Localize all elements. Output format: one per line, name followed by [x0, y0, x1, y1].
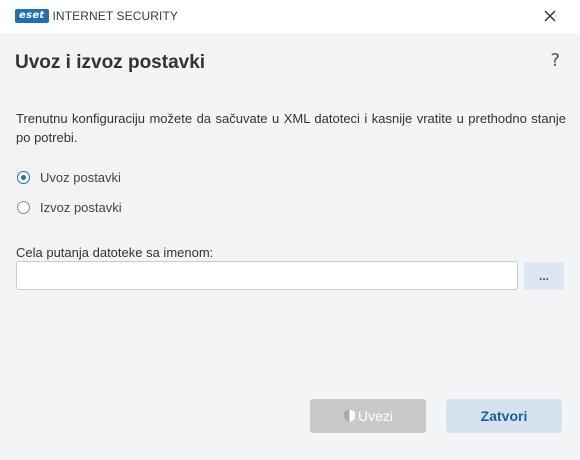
close-icon[interactable] [542, 8, 558, 24]
file-path-input[interactable] [16, 261, 518, 290]
help-icon[interactable]: ? [550, 50, 560, 71]
shield-icon [343, 409, 355, 423]
description-text: Trenutnu konfiguraciju možete da sačuvat… [16, 111, 566, 145]
radio-label-export: Izvoz postavki [40, 200, 122, 215]
radio-button-checked[interactable] [17, 171, 30, 184]
product-logo: eset INTERNET SECURITY [15, 9, 178, 23]
radio-export-settings[interactable]: Izvoz postavki [17, 200, 122, 215]
title-bar: eset INTERNET SECURITY [0, 0, 580, 33]
product-name: INTERNET SECURITY [52, 9, 178, 23]
radio-label-import: Uvoz postavki [40, 170, 121, 185]
browse-button[interactable]: ... [524, 262, 564, 290]
eset-logo: eset [15, 9, 49, 23]
close-button[interactable]: Zatvori [446, 399, 562, 433]
close-button-label: Zatvori [480, 408, 528, 424]
import-button-label: Uvezi [357, 408, 393, 424]
page-title: Uvoz i izvoz postavki [15, 52, 206, 73]
import-button[interactable]: Uvezi [310, 399, 426, 433]
file-path-label: Cela putanja datoteke sa imenom: [16, 245, 214, 260]
radio-button-unchecked[interactable] [17, 201, 30, 214]
dialog-header: Uvoz i izvoz postavki ? [0, 33, 580, 93]
radio-import-settings[interactable]: Uvoz postavki [17, 170, 121, 185]
